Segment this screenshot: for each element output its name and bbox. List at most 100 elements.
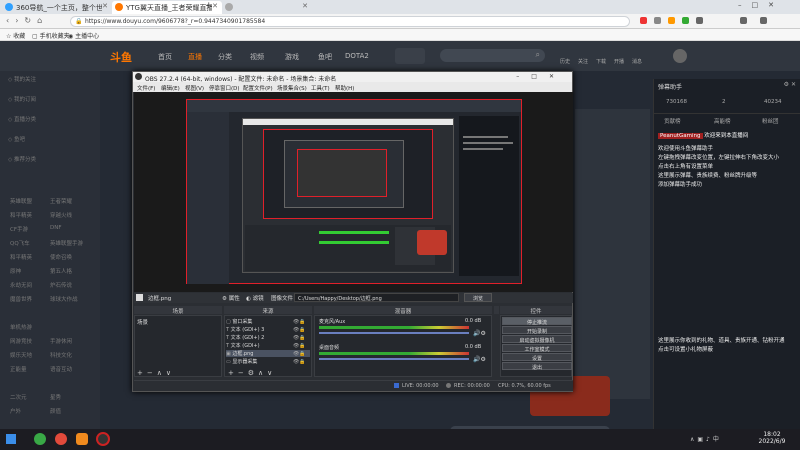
nav-item-game[interactable]: 游戏 [285,52,299,62]
menu-file[interactable]: 文件(F) [137,84,155,92]
sidebar-item[interactable]: 手游休闲 [50,337,72,345]
system-tray-icons[interactable]: ∧▣♪中 [690,434,740,444]
source-list-buttons[interactable]: +−⚙∧∨ [228,369,276,377]
bookmark-item[interactable]: ☆ 收藏 [6,31,25,40]
avatar[interactable] [673,49,687,63]
sidebar-item[interactable]: 穿越火线 [50,211,72,219]
bookmark-item[interactable]: ◉ 主播中心 [68,31,99,40]
virtual-camera-button[interactable]: 启动虚拟摄像机 [502,335,572,344]
start-recording-button[interactable]: 开始录制 [502,326,572,335]
douyu-logo[interactable]: 斗鱼 [110,49,132,65]
settings-button[interactable]: 设置 [502,353,572,362]
sidebar-item[interactable]: ◇ 我的关注 [8,75,98,83]
mixer-track-name: 桌面音频 [319,345,340,351]
volume-slider[interactable] [319,358,469,360]
nav-item-home[interactable]: 首页 [158,52,172,62]
speaker-icon[interactable]: 🔊⚙ [473,356,486,363]
exit-button[interactable]: 退出 [502,362,572,371]
visibility-lock-icons[interactable]: 👁🔒 👁🔒 👁🔒 👁🔒 👁🔒 👁🔒 [293,318,306,366]
sidebar-item[interactable]: QQ飞车 [10,239,30,247]
clock[interactable]: 18:02 2022/6/9 [752,431,792,445]
sidebar-item[interactable]: 和平精英 [10,211,32,219]
sidebar-item[interactable]: 科技文化 [50,351,72,359]
promo-badge[interactable] [395,48,425,64]
scene-item[interactable]: 场景 [137,318,148,326]
sidebar-item[interactable]: 和平精英 [10,253,32,261]
selected-source-name: 边框.png [148,296,172,302]
browser-extensions[interactable] [640,17,790,26]
properties-button[interactable]: ⚙ 属性 [222,294,240,302]
sidebar-item[interactable]: 语音互动 [50,365,72,373]
sidebar-item[interactable]: ◇ 鱼吧 [8,135,98,143]
sidebar-item[interactable]: 二次元 [10,393,27,401]
menu-edit[interactable]: 编辑(E) [161,84,180,92]
obs-taskbar-icon[interactable] [96,432,110,446]
sidebar-item[interactable]: 娱乐天地 [10,351,32,359]
close-icon[interactable]: ⚙ ✕ [784,81,796,88]
new-tab-button[interactable]: + [205,1,213,11]
sidebar-item[interactable]: 正能量 [10,365,27,373]
rec-indicator-icon [446,383,451,388]
nav-item-live[interactable]: 直播 [188,52,202,62]
sidebar-item[interactable]: 第五人格 [50,267,72,275]
image-path-input[interactable]: C:/Users/Happy/Desktop/边框.png [294,293,459,302]
nav-item-category[interactable]: 分类 [218,52,232,62]
menu-docks[interactable]: 停靠窗口(D) [209,84,240,92]
browser-tab[interactable]: 360导航_一个主页，整个世界 ✕ [2,1,112,14]
window-controls[interactable]: –□✕ [516,73,566,80]
studio-mode-button[interactable]: 工作室模式 [502,344,572,353]
sidebar-item[interactable]: 王者荣耀 [50,197,72,205]
volume-slider[interactable] [319,332,469,334]
menu-view[interactable]: 视图(V) [185,84,204,92]
sidebar-item[interactable]: CF手游 [10,225,28,233]
sidebar-item[interactable]: ◇ 推荐分类 [8,155,98,163]
sidebar-item[interactable]: 魔兽世界 [10,295,32,303]
window-controls[interactable]: –□✕ [738,1,784,9]
taskbar-app-icon[interactable] [34,433,46,445]
menu-scene-collection[interactable]: 场景集合(S) [277,84,307,92]
nav-item-video[interactable]: 视频 [250,52,264,62]
taskbar-app-icon[interactable] [76,433,88,445]
filters-button[interactable]: ◐ 滤镜 [246,294,264,302]
sidebar-item[interactable]: 颜值 [50,407,61,415]
panel-title: 弹幕助手 [658,84,683,91]
close-icon[interactable]: ✕ [102,2,108,10]
sidebar-item[interactable]: ◇ 直播分类 [8,115,98,123]
stop-streaming-button[interactable]: 停止推流 [502,317,572,326]
url-field[interactable]: 🔒 https://www.douyu.com/9606778?_r=0.944… [70,16,630,27]
site-top-right-links[interactable]: 历史 关注 下载 开播 消息 [560,47,650,67]
browse-button[interactable]: 浏览 [464,293,492,302]
sidebar-item[interactable]: 星秀 [50,393,61,401]
sidebar-item[interactable]: 英雄联盟 [10,197,32,205]
sidebar-item[interactable]: 球球大作战 [50,295,78,303]
menu-help[interactable]: 帮助(H) [335,84,354,92]
speaker-icon[interactable]: 🔊⚙ [473,330,486,337]
sidebar-item[interactable]: 原神 [10,267,21,275]
nav-item-yuba[interactable]: 鱼吧 [318,52,332,62]
browser-tab[interactable]: ✕ [222,1,312,14]
sidebar-item[interactable]: 英雄联盟手游 [50,239,83,247]
site-search-input[interactable]: ⌕ [440,49,545,62]
room-info-area [575,109,650,399]
bookmark-item[interactable]: ▢ 手机收藏夹 [32,31,70,40]
sidebar-item[interactable]: 永劫无间 [10,281,32,289]
sidebar-item[interactable]: 户外 [10,407,21,415]
windows-start-icon[interactable] [6,434,16,444]
obs-preview[interactable] [134,92,573,292]
taskbar-app-icon[interactable] [55,433,67,445]
sidebar-item[interactable]: 使命召唤 [50,253,72,261]
sidebar-item[interactable]: ◇ 我的订阅 [8,95,98,103]
menu-tools[interactable]: 工具(T) [311,84,330,92]
close-icon[interactable]: ✕ [302,2,308,10]
sidebar-item[interactable]: 炉石传说 [50,281,72,289]
nav-buttons[interactable]: ‹›↻⌂ [6,16,48,25]
search-icon[interactable]: ⌕ [536,50,540,60]
chat-tabs[interactable]: 贡献榜 高能榜 粉丝团 [654,115,800,127]
sidebar-item[interactable]: DNF [50,225,62,231]
close-icon[interactable]: ✕ [212,2,218,10]
menu-profile[interactable]: 配置文件(P) [243,84,273,92]
sidebar-item[interactable]: 单机热游 [10,323,32,331]
scene-list-buttons[interactable]: +−∧∨ [137,369,175,377]
sidebar-item[interactable]: 网游竞技 [10,337,32,345]
nav-item-dota2[interactable]: DOTA2 [345,52,369,60]
